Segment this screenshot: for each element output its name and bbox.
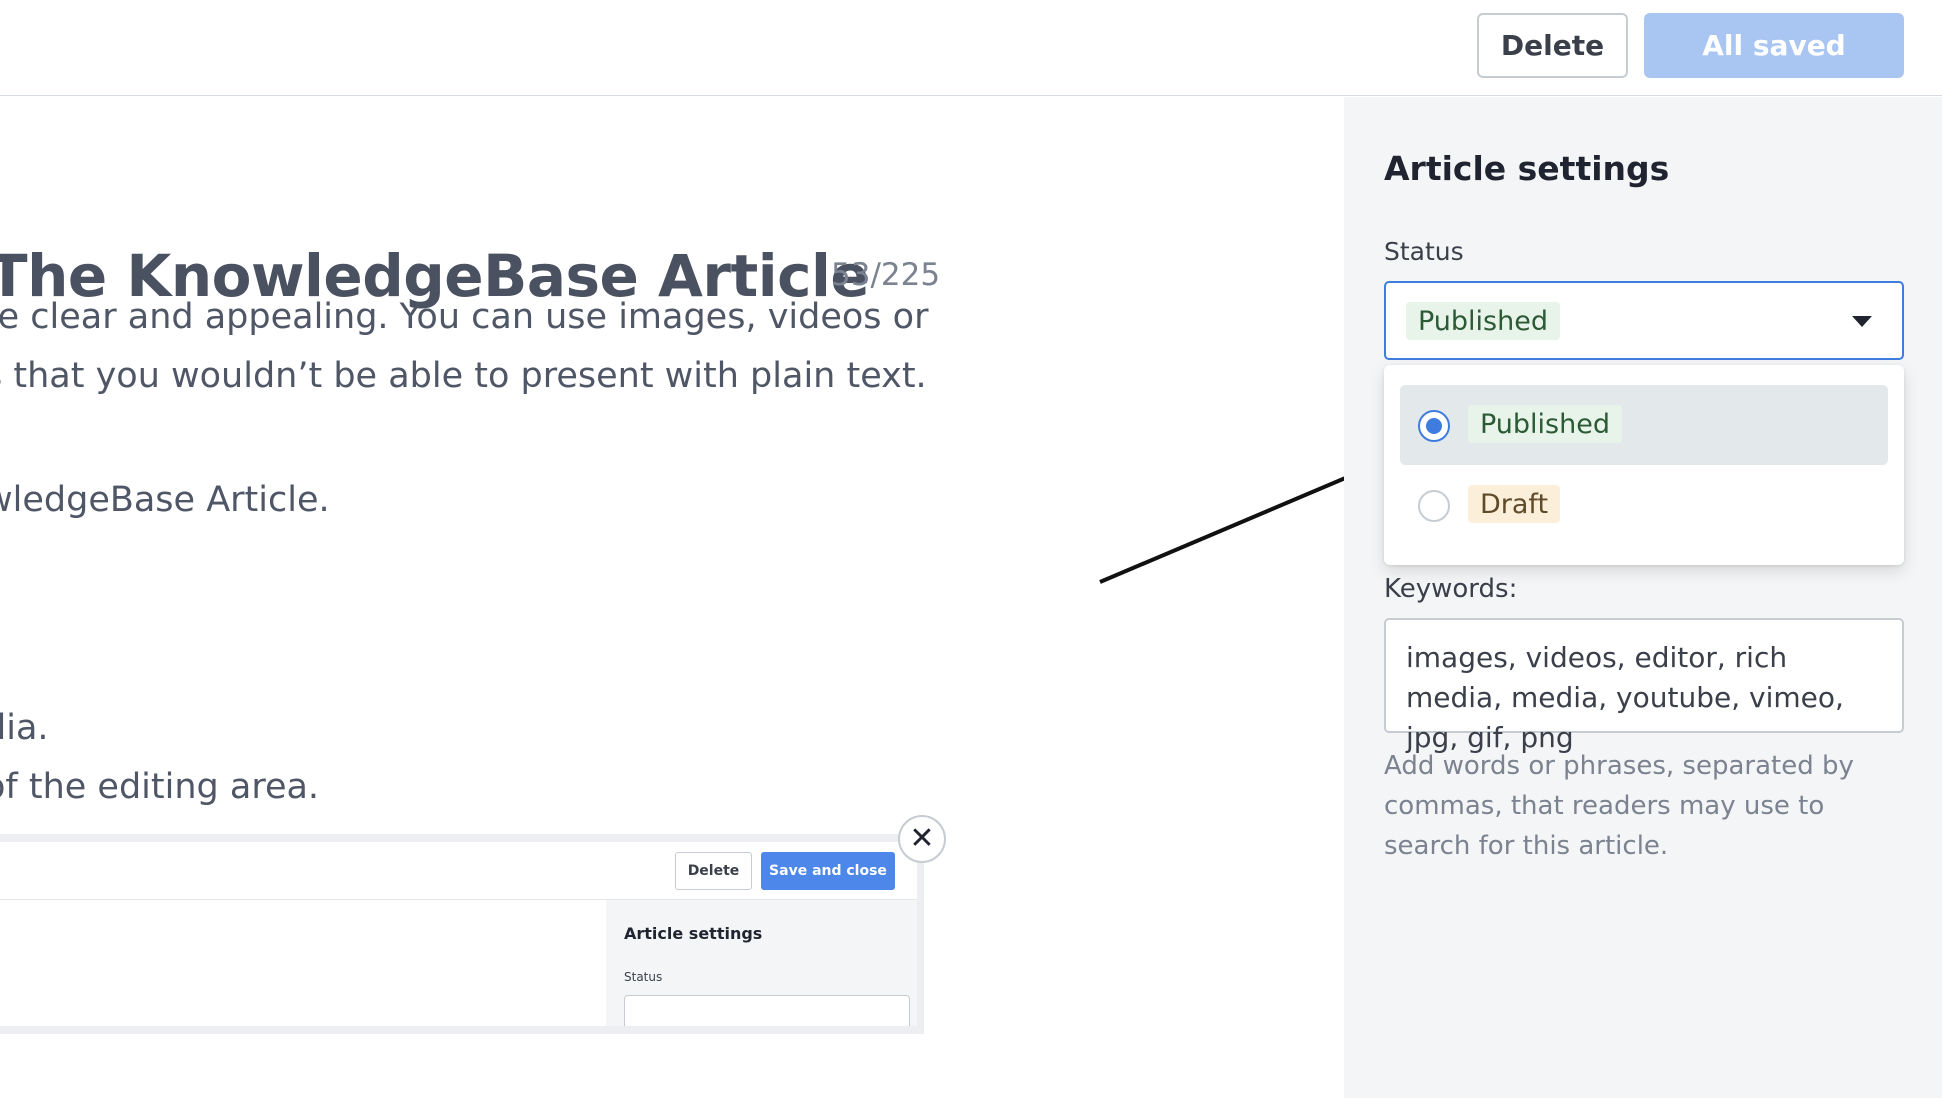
keywords-label: Keywords: — [1384, 574, 1518, 604]
embedded-status-field — [624, 995, 910, 1026]
embedded-sidebar: Article settings Status — [606, 900, 917, 1026]
radio-checked-icon[interactable] — [1418, 410, 1450, 442]
status-option-draft[interactable]: Draft — [1400, 465, 1888, 545]
embedded-save-button: Save and close — [761, 852, 895, 890]
embedded-toolbar: Delete Save and close — [0, 842, 917, 900]
body-paragraph-line[interactable]: s that you wouldn’t be able to present w… — [0, 356, 927, 396]
title-character-counter: 53/225 — [831, 257, 941, 293]
body-paragraph-line[interactable]: of the editing area. — [0, 767, 319, 807]
chevron-down-icon — [1852, 316, 1872, 327]
embedded-settings-title: Article settings — [624, 924, 763, 943]
embedded-screenshot[interactable]: Delete Save and close Article settings S… — [0, 834, 924, 1034]
close-icon[interactable]: ✕ — [898, 815, 946, 863]
delete-button[interactable]: Delete — [1477, 13, 1628, 78]
status-option-published[interactable]: Published — [1400, 385, 1888, 465]
status-selected-value: Published — [1406, 302, 1560, 340]
status-dropdown-menu: Published Draft — [1384, 365, 1904, 565]
keywords-help-text: Add words or phrases, separated by comma… — [1384, 751, 1854, 861]
panel-title: Article settings — [1384, 149, 1670, 188]
radio-unchecked-icon[interactable] — [1418, 490, 1450, 522]
body-paragraph-line[interactable]: re clear and appealing. You can use imag… — [0, 297, 928, 337]
status-label: Status — [1384, 237, 1464, 266]
embedded-status-label: Status — [624, 970, 663, 984]
option-label: Published — [1468, 405, 1622, 443]
keywords-input[interactable]: images, videos, editor, rich media, medi… — [1384, 618, 1904, 754]
body-paragraph-line[interactable]: wledgeBase Article. — [0, 480, 330, 520]
embedded-delete-button: Delete — [675, 852, 752, 890]
status-select[interactable]: Published — [1384, 281, 1904, 360]
top-toolbar: Delete All saved — [0, 0, 1942, 96]
article-settings-panel: Article settings Status Published Publis… — [1344, 97, 1942, 1098]
body-paragraph-line[interactable]: dia. — [0, 708, 49, 748]
option-label: Draft — [1468, 485, 1561, 523]
all-saved-button[interactable]: All saved — [1644, 13, 1904, 78]
